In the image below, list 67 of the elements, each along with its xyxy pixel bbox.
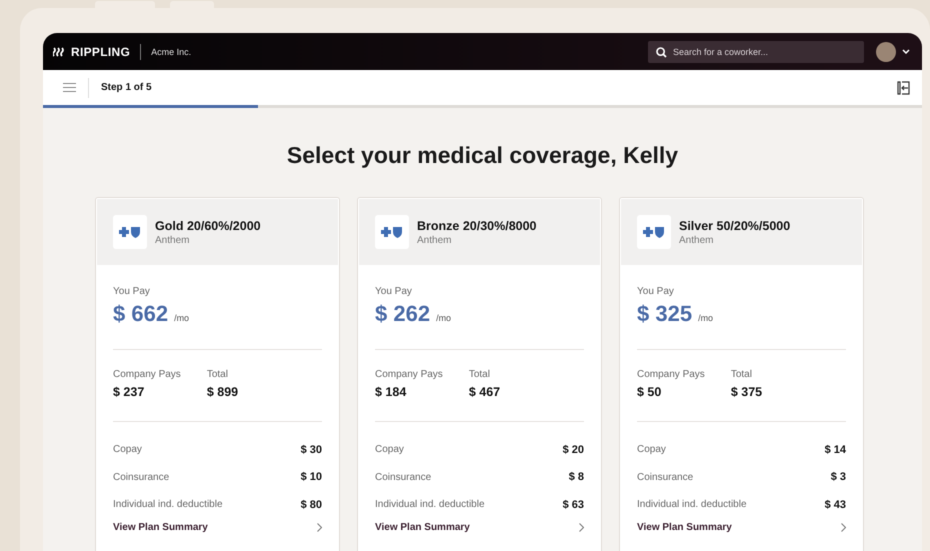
insurer-logo-icon	[375, 215, 409, 249]
monthly-price: $ 262	[375, 301, 430, 327]
brand-name: RIPPLING	[71, 44, 130, 58]
detail-value: $ 30	[300, 444, 322, 456]
detail-label: Coinsurance	[637, 472, 694, 483]
plan-card[interactable]: Silver 50/20%/5000 Anthem You Pay $ 325 /mo Company Pays $ 50 Total $ 375 Copay $ 14 Coinsurance $ 3 Individual ind. deductible $ 43 View Plan Summary	[619, 197, 864, 551]
you-pay-label: You Pay	[375, 286, 413, 297]
carrier-name: Anthem	[679, 234, 714, 246]
total-amount: $ 467	[468, 385, 500, 399]
exit-icon[interactable]	[897, 80, 910, 94]
detail-label: Coinsurance	[113, 472, 170, 483]
detail-label: Copay	[113, 444, 142, 456]
view-plan-summary-link[interactable]: View Plan Summary	[637, 522, 846, 532]
carrier-name: Anthem	[155, 234, 190, 246]
company-pays-label: Company Pays	[113, 369, 181, 380]
detail-value: $ 63	[562, 498, 584, 511]
detail-label: Copay	[375, 444, 404, 456]
total-label: Total	[206, 369, 229, 380]
search-field[interactable]: Search for a coworker...	[648, 40, 864, 62]
carrier-name: Anthem	[417, 234, 452, 246]
plan-name: Bronze 20/30%/8000	[417, 218, 537, 232]
monthly-price: $ 662	[113, 301, 168, 327]
company-name: Acme Inc.	[151, 46, 192, 56]
chevron-right-icon	[317, 522, 322, 532]
total-amount: $ 375	[730, 385, 762, 399]
detail-label: Individual ind. deductible	[113, 499, 223, 510]
total-amount: $ 899	[206, 385, 238, 399]
detail-value: $ 8	[568, 471, 584, 484]
rippling-logo-icon	[53, 46, 66, 56]
company-pays-amount: $ 184	[375, 385, 408, 399]
company-pays-label: Company Pays	[637, 369, 705, 380]
detail-value: $ 43	[824, 498, 846, 511]
menu-icon[interactable]	[63, 83, 76, 92]
plan-name: Silver 50/20%/5000	[679, 218, 790, 232]
insurer-logo-icon	[637, 215, 671, 249]
total-label: Total	[468, 369, 491, 380]
detail-value: $ 80	[300, 498, 322, 511]
page-title: Select your medical coverage, Kelly	[286, 141, 680, 170]
you-pay-label: You Pay	[637, 286, 675, 297]
per-month-label: /mo	[698, 313, 714, 323]
plan-card[interactable]: Bronze 20/30%/8000 Anthem You Pay $ 262 /mo Company Pays $ 184 Total $ 467 Copay $ 20 Coinsurance $ 8 Individual ind. deductible $ 63 View Plan Summary	[357, 197, 602, 551]
company-pays-amount: $ 50	[637, 385, 662, 399]
detail-label: Coinsurance	[375, 472, 432, 483]
view-plan-summary-link[interactable]: View Plan Summary	[375, 522, 584, 532]
chevron-down-icon[interactable]	[902, 49, 910, 54]
per-month-label: /mo	[174, 313, 190, 323]
detail-label: Individual ind. deductible	[637, 499, 747, 510]
total-label: Total	[730, 369, 753, 380]
monthly-price: $ 325	[637, 301, 692, 327]
step-indicator: Step 1 of 5	[101, 82, 152, 93]
avatar[interactable]	[876, 42, 896, 62]
detail-label: Copay	[637, 444, 666, 456]
view-plan-summary-link[interactable]: View Plan Summary	[113, 522, 322, 532]
plan-card[interactable]: Gold 20/60%/2000 Anthem You Pay $ 662 /mo Company Pays $ 237 Total $ 899 Copay $ 30 Coinsurance $ 10 Individual ind. deductible $ 80 View Plan Summary	[95, 197, 340, 551]
per-month-label: /mo	[436, 313, 452, 323]
detail-value: $ 3	[830, 471, 846, 484]
plan-name: Gold 20/60%/2000	[155, 218, 261, 232]
company-pays-label: Company Pays	[375, 369, 443, 380]
insurer-logo-icon	[113, 215, 147, 249]
detail-value: $ 10	[300, 471, 322, 484]
detail-label: Individual ind. deductible	[375, 499, 485, 510]
detail-value: $ 20	[562, 444, 584, 456]
chevron-right-icon	[841, 522, 846, 532]
you-pay-label: You Pay	[113, 286, 151, 297]
detail-value: $ 14	[824, 444, 846, 456]
company-pays-amount: $ 237	[113, 385, 146, 399]
chevron-right-icon	[579, 522, 584, 532]
